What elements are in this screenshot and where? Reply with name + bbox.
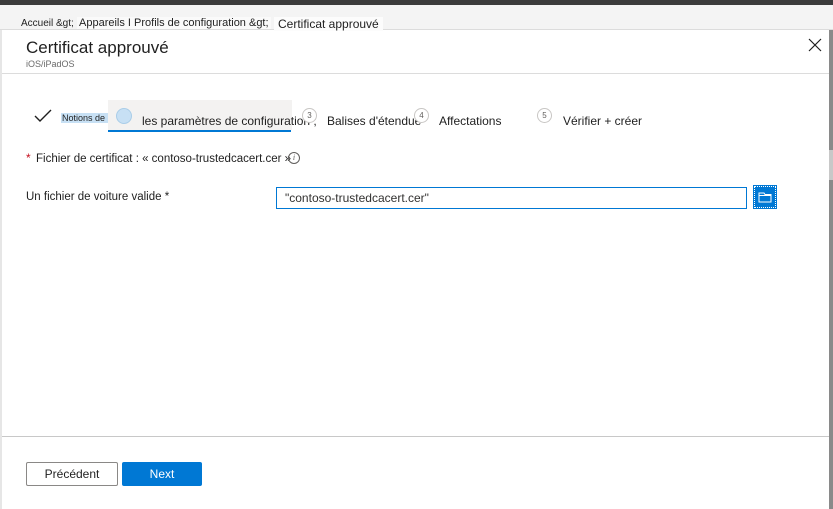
step-review-create[interactable]: Vérifier + créer — [563, 114, 642, 128]
certificate-file-input[interactable]: "contoso-trustedcacert.cer" — [276, 187, 747, 209]
step-5-number: 5 — [537, 108, 552, 123]
breadcrumb-devices-profiles[interactable]: Appareils I Profils de configuration &gt… — [77, 17, 271, 29]
checkmark-icon — [33, 108, 53, 124]
header-divider — [2, 73, 829, 74]
page-subtitle: iOS/iPadOS — [26, 59, 75, 69]
footer-divider — [2, 436, 829, 437]
step-configuration-label[interactable]: les paramètres de configuration ; — [142, 114, 317, 128]
close-icon[interactable] — [806, 36, 824, 54]
breadcrumb-current: Certificat approuvé — [274, 17, 383, 31]
breadcrumb-home[interactable]: Accueil &gt; — [21, 18, 74, 29]
info-icon[interactable]: i — [288, 152, 300, 164]
scrollbar[interactable] — [829, 30, 833, 509]
browse-button[interactable] — [753, 185, 777, 209]
folder-icon — [758, 192, 772, 203]
panel-left-border — [0, 30, 2, 509]
step-3-number: 3 — [302, 108, 317, 123]
step-2-indicator — [116, 108, 132, 124]
step-scope-tags[interactable]: Balises d'étendue — [327, 114, 421, 128]
certificate-file-label: Fichier de certificat : « contoso-truste… — [36, 153, 292, 165]
step-assignments[interactable]: Affectations — [439, 114, 501, 128]
required-marker: * — [26, 151, 31, 165]
next-button[interactable]: Next — [122, 462, 202, 486]
previous-button[interactable]: Précédent — [26, 462, 118, 486]
scrollbar-thumb[interactable] — [829, 150, 833, 180]
breadcrumb: Accueil &gt; Appareils I Profils de conf… — [0, 5, 833, 31]
step-4-number: 4 — [414, 108, 429, 123]
page-title: Certificat approuvé — [26, 38, 169, 57]
active-step-underline — [108, 130, 291, 132]
valid-file-label: Un fichier de voiture valide * — [26, 191, 170, 203]
